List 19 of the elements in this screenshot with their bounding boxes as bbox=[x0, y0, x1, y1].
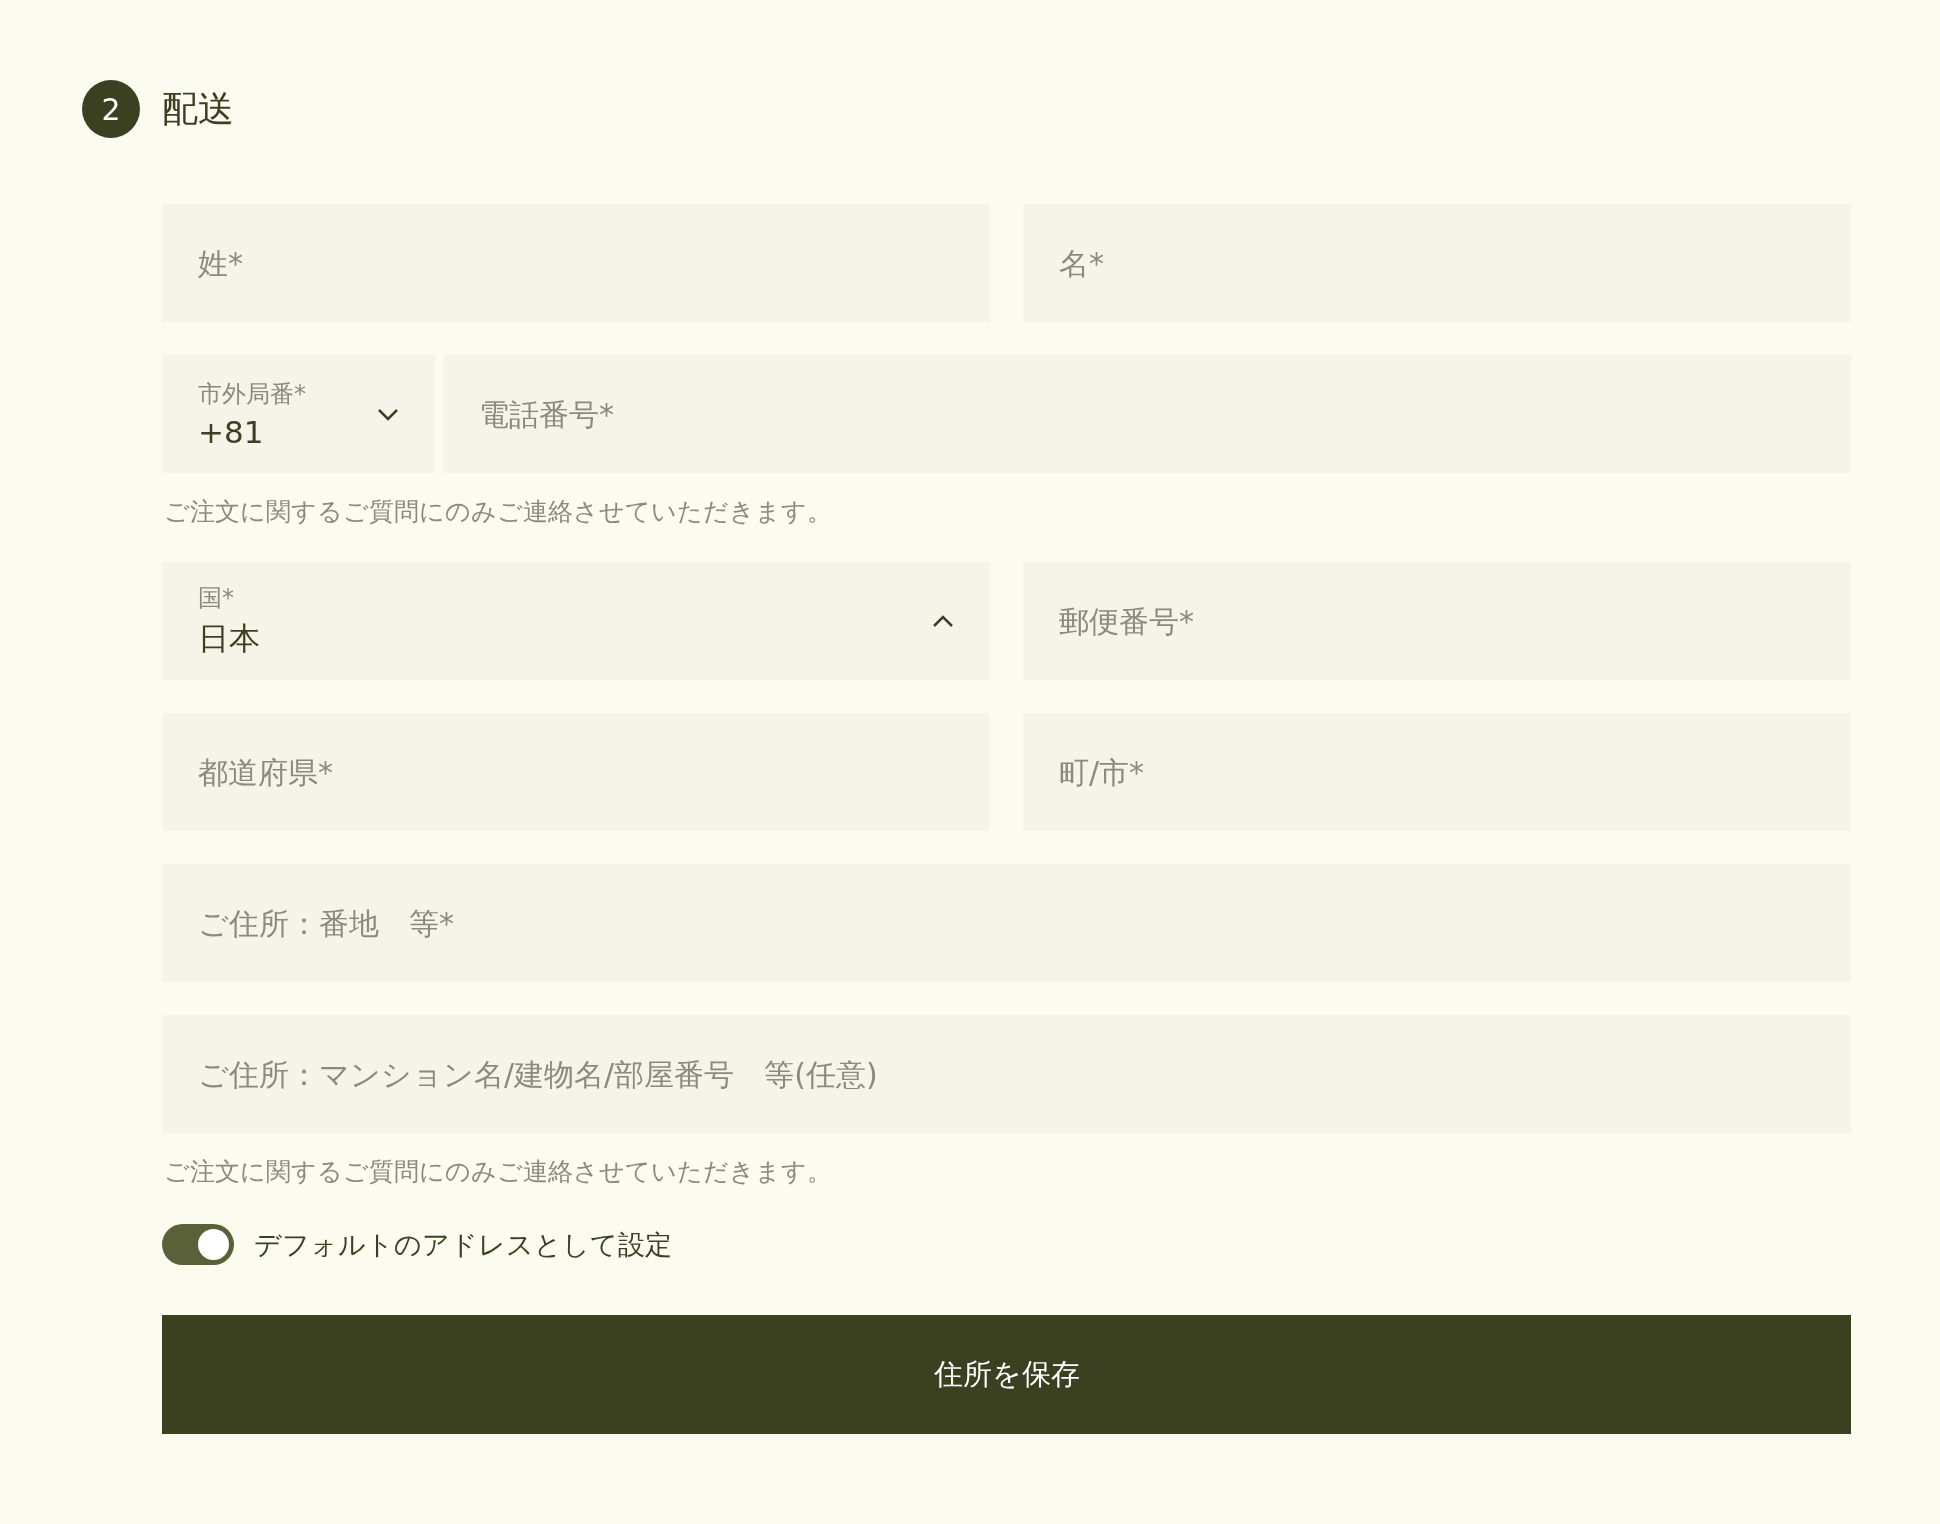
text-field[interactable]: 電話番号* bbox=[443, 355, 1851, 473]
chevron-up-icon bbox=[932, 614, 954, 628]
text-field[interactable]: 名* bbox=[1023, 204, 1851, 322]
chevron-down-icon bbox=[377, 407, 399, 421]
hint-text: ご注文に関するご質問にのみご連絡させていただきます。 bbox=[164, 1156, 833, 1188]
text-field[interactable]: 姓* bbox=[162, 204, 990, 322]
save-address-button[interactable]: 住所を保存 bbox=[162, 1315, 1851, 1434]
section-title: 配送 bbox=[162, 86, 234, 131]
toggle-switch[interactable] bbox=[162, 1224, 234, 1265]
text-field[interactable]: ご住所：マンション名/建物名/部屋番号 等(任意) bbox=[162, 1015, 1851, 1133]
step-number: 2 bbox=[82, 80, 140, 138]
toggle-label: デフォルトのアドレスとして設定 bbox=[254, 1227, 672, 1262]
text-field[interactable]: 町/市* bbox=[1023, 713, 1851, 831]
select-field[interactable]: 国* 日本 bbox=[162, 562, 990, 680]
hint-text: ご注文に関するご質問にのみご連絡させていただきます。 bbox=[164, 496, 833, 528]
text-field[interactable]: ご住所：番地 等* bbox=[162, 864, 1851, 982]
text-field[interactable]: 都道府県* bbox=[162, 713, 990, 831]
text-field[interactable]: 郵便番号* bbox=[1023, 562, 1851, 680]
select-field[interactable]: 市外局番* +81 bbox=[162, 355, 435, 473]
